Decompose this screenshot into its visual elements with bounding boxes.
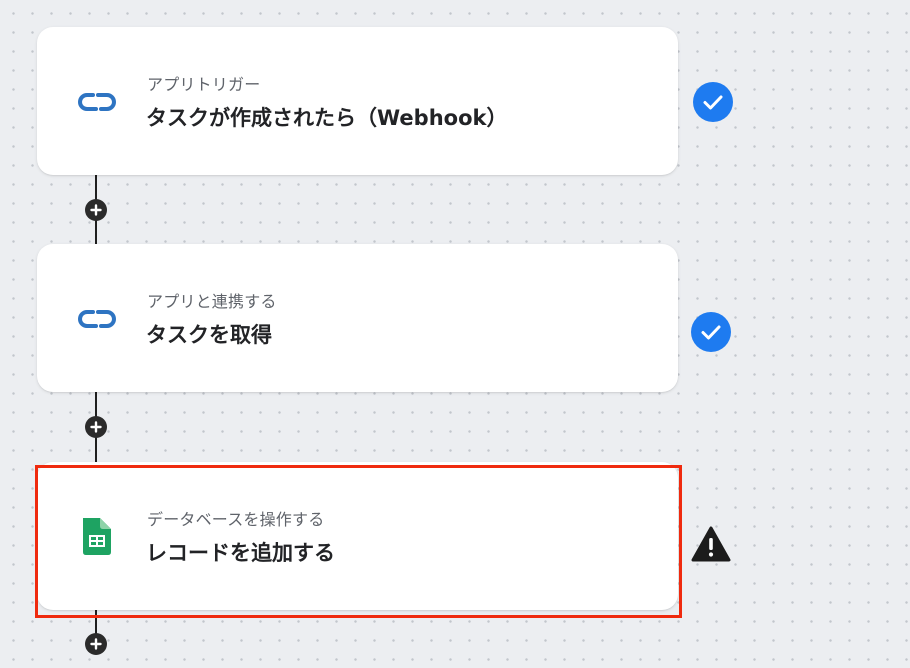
- flow-step-card[interactable]: アプリと連携する タスクを取得: [37, 244, 678, 392]
- step-kicker: データベースを操作する: [147, 510, 325, 529]
- add-step-button[interactable]: [85, 199, 107, 221]
- google-sheets-icon: [73, 512, 121, 560]
- flow-step-card[interactable]: データベースを操作する レコードを追加する: [37, 462, 678, 610]
- plus-icon: [90, 421, 102, 433]
- step-complete-check-icon: [693, 82, 733, 122]
- add-step-button[interactable]: [85, 633, 107, 655]
- step-title: タスクを取得: [146, 323, 272, 347]
- step-kicker: アプリと連携する: [147, 292, 277, 311]
- step-title: タスクが作成されたら（Webhook）: [146, 106, 508, 130]
- zoho-link-icon: [73, 77, 121, 125]
- step-title: レコードを追加する: [146, 541, 335, 565]
- plus-icon: [90, 638, 102, 650]
- add-step-button[interactable]: [85, 416, 107, 438]
- step-kicker: アプリトリガー: [147, 75, 261, 94]
- zoho-link-icon: [73, 294, 121, 342]
- flow-step-card[interactable]: アプリトリガー タスクが作成されたら（Webhook）: [37, 27, 678, 175]
- plus-icon: [90, 204, 102, 216]
- step-complete-check-icon: [691, 312, 731, 352]
- warning-icon: [690, 525, 732, 563]
